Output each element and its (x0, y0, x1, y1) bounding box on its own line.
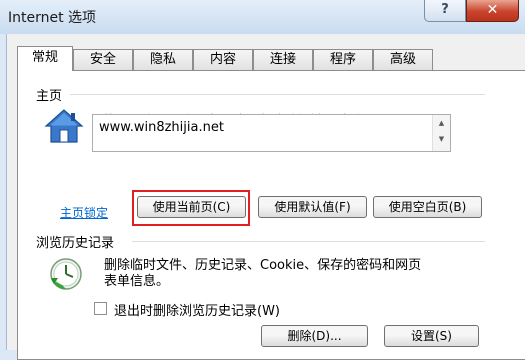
help-button[interactable]: ? (424, 0, 466, 22)
delete-on-exit-checkbox[interactable] (94, 302, 107, 315)
use-blank-button[interactable]: 使用空白页(B) (373, 196, 482, 218)
tab-privacy[interactable]: 隐私 (133, 49, 193, 70)
tab-content[interactable]: 内容 (193, 49, 253, 70)
tab-general[interactable]: 常规 (17, 46, 73, 71)
url-scrollbar[interactable]: ▲ ▼ (432, 115, 450, 151)
close-button[interactable]: ✕ (466, 0, 519, 22)
settings-button[interactable]: 设置(S) (384, 325, 479, 347)
scroll-down-icon[interactable]: ▼ (433, 135, 450, 143)
delete-button[interactable]: 删除(D)... (261, 325, 368, 347)
delete-on-exit-label[interactable]: 退出时删除浏览历史记录(W) (114, 300, 280, 319)
tab-connections[interactable]: 连接 (253, 49, 313, 70)
tab-security[interactable]: 安全 (73, 49, 133, 70)
use-default-button[interactable]: 使用默认值(F) (258, 196, 367, 218)
tab-advanced[interactable]: 高级 (373, 49, 433, 70)
history-group-label: 浏览历史记录 (36, 236, 115, 251)
history-clock-icon (48, 256, 84, 292)
homepage-divider (70, 94, 485, 95)
window-title: Internet 选项 (8, 10, 97, 26)
history-divider (132, 241, 485, 242)
history-description-line1: 删除临时文件、历史记录、Cookie、保存的密码和网页 (104, 258, 422, 273)
history-description-line2: 表单信息。 (104, 274, 170, 289)
homepage-url-text: www.win8zhijia.net (99, 120, 224, 135)
homepage-group-label: 主页 (36, 89, 63, 104)
use-current-button[interactable]: 使用当前页(C) (137, 196, 246, 218)
homepage-url-field[interactable]: www.win8zhijia.net ▲ ▼ (92, 114, 451, 152)
home-icon (44, 108, 84, 146)
title-bar: Internet 选项 ? ✕ (0, 0, 525, 34)
scroll-up-icon[interactable]: ▲ (433, 119, 450, 127)
tab-programs[interactable]: 程序 (313, 49, 373, 70)
homepage-lock-link[interactable]: 主页锁定 (60, 204, 108, 221)
history-description: 删除临时文件、历史记录、Cookie、保存的密码和网页 表单信息。 (104, 258, 421, 290)
